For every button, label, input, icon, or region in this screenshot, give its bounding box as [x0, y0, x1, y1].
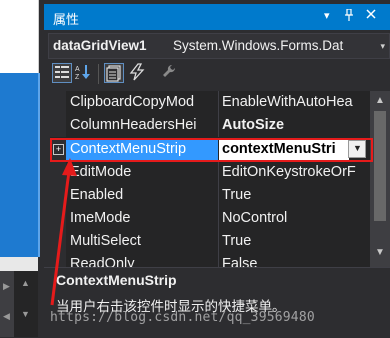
- properties-toolbar: AZ: [44, 60, 390, 88]
- column-divider: [218, 207, 219, 230]
- property-value[interactable]: EnableWithAutoHea: [222, 94, 370, 110]
- object-name: dataGridView1: [53, 38, 147, 53]
- svg-text:A: A: [75, 66, 80, 73]
- property-value[interactable]: True: [222, 233, 370, 249]
- property-value-editor[interactable]: contextMenuStri: [219, 138, 349, 161]
- property-row[interactable]: ReadOnly False: [50, 253, 370, 267]
- pin-icon[interactable]: [344, 8, 354, 24]
- row-gutter: [50, 184, 66, 207]
- row-gutter: [50, 114, 66, 137]
- description-panel: ContextMenuStrip 当用户右击该控件时显示的快捷菜单。: [44, 267, 390, 338]
- chevron-left-icon[interactable]: ◀: [3, 311, 10, 322]
- scroll-up-icon[interactable]: ▲: [21, 278, 30, 288]
- left-scroll-controls[interactable]: ▶ ◀: [0, 271, 15, 337]
- watermark: https://blog.csdn.net/qq_39569480: [50, 310, 315, 325]
- window-position-dropdown-icon[interactable]: ▾: [324, 9, 330, 22]
- property-grid-scrollbar[interactable]: ▲ ▼: [370, 91, 390, 267]
- properties-panel: 属性 ▾ dataGridView1 System.Windows.Forms.…: [44, 0, 390, 338]
- chevron-right-icon[interactable]: ▶: [3, 281, 10, 292]
- toolbar-separator: [98, 64, 99, 84]
- scroll-up-icon[interactable]: ▲: [375, 95, 385, 106]
- property-row-selected[interactable]: + ContextMenuStrip contextMenuStri ▼: [50, 138, 370, 161]
- scroll-thumb[interactable]: [374, 111, 386, 221]
- column-divider: [218, 114, 219, 137]
- value-dropdown-button[interactable]: ▼: [348, 140, 366, 158]
- column-divider: [218, 184, 219, 207]
- property-name: Enabled: [70, 187, 124, 203]
- property-row[interactable]: EditMode EditOnKeystrokeOrF: [50, 161, 370, 184]
- properties-button[interactable]: [104, 63, 124, 83]
- chevron-down-icon[interactable]: ▾: [380, 41, 385, 52]
- selected-control-edge: [0, 73, 40, 257]
- property-pages-button[interactable]: [160, 63, 180, 83]
- categorized-button[interactable]: [52, 63, 72, 83]
- row-gutter: [50, 161, 66, 184]
- property-row[interactable]: Enabled True: [50, 184, 370, 207]
- object-selector[interactable]: dataGridView1 System.Windows.Forms.Dat ▾: [48, 33, 390, 59]
- column-divider: [218, 161, 219, 184]
- categorized-icon: [55, 66, 69, 78]
- property-name: ClipboardCopyMod: [70, 94, 195, 110]
- chevron-down-icon: ▼: [353, 143, 362, 153]
- property-name: ColumnHeadersHei: [70, 117, 197, 133]
- column-divider: [218, 253, 219, 267]
- property-grid: ClipboardCopyMod EnableWithAutoHea Colum…: [50, 91, 370, 267]
- property-name: MultiSelect: [70, 233, 141, 249]
- panel-titlebar[interactable]: 属性 ▾: [44, 4, 390, 30]
- property-name: ReadOnly: [70, 256, 135, 267]
- wrench-icon: [163, 64, 176, 77]
- expand-plus-icon[interactable]: +: [53, 144, 64, 155]
- property-name: ContextMenuStrip: [66, 138, 218, 161]
- property-row[interactable]: ClipboardCopyMod EnableWithAutoHea: [50, 91, 370, 114]
- left-scrollbar[interactable]: ▲ ▼: [14, 271, 38, 337]
- column-divider: [218, 230, 219, 253]
- close-icon[interactable]: [366, 9, 376, 22]
- property-value[interactable]: EditOnKeystrokeOrF: [222, 164, 370, 180]
- svg-text:Z: Z: [75, 74, 80, 81]
- left-editor-area: ▶ ◀ ▲ ▼: [0, 0, 44, 337]
- alphabetical-icon: AZ: [75, 65, 90, 81]
- property-row[interactable]: ImeMode NoControl: [50, 207, 370, 230]
- designer-surface: [0, 0, 39, 73]
- panel-title: 属性: [53, 12, 80, 27]
- property-row[interactable]: MultiSelect True: [50, 230, 370, 253]
- property-row[interactable]: ColumnHeadersHei AutoSize: [50, 114, 370, 137]
- object-type: System.Windows.Forms.Dat: [173, 38, 344, 53]
- property-value[interactable]: AutoSize: [222, 117, 370, 133]
- scroll-down-icon[interactable]: ▼: [21, 309, 30, 319]
- row-gutter: [50, 91, 66, 114]
- property-value[interactable]: False: [222, 256, 370, 267]
- designer-margin: [0, 257, 38, 271]
- description-title: ContextMenuStrip: [56, 272, 177, 288]
- row-gutter: [50, 253, 66, 267]
- events-icon: [129, 63, 145, 81]
- row-gutter: [50, 230, 66, 253]
- column-divider: [218, 91, 219, 114]
- events-button[interactable]: [128, 63, 148, 83]
- row-gutter: [50, 207, 66, 230]
- alphabetical-button[interactable]: AZ: [74, 63, 94, 83]
- property-name: EditMode: [70, 164, 132, 180]
- properties-icon: [106, 65, 121, 82]
- property-value[interactable]: True: [222, 187, 370, 203]
- property-name: ImeMode: [70, 210, 131, 226]
- row-gutter: +: [50, 138, 66, 161]
- property-value[interactable]: NoControl: [222, 210, 370, 226]
- scroll-down-icon[interactable]: ▼: [375, 247, 385, 258]
